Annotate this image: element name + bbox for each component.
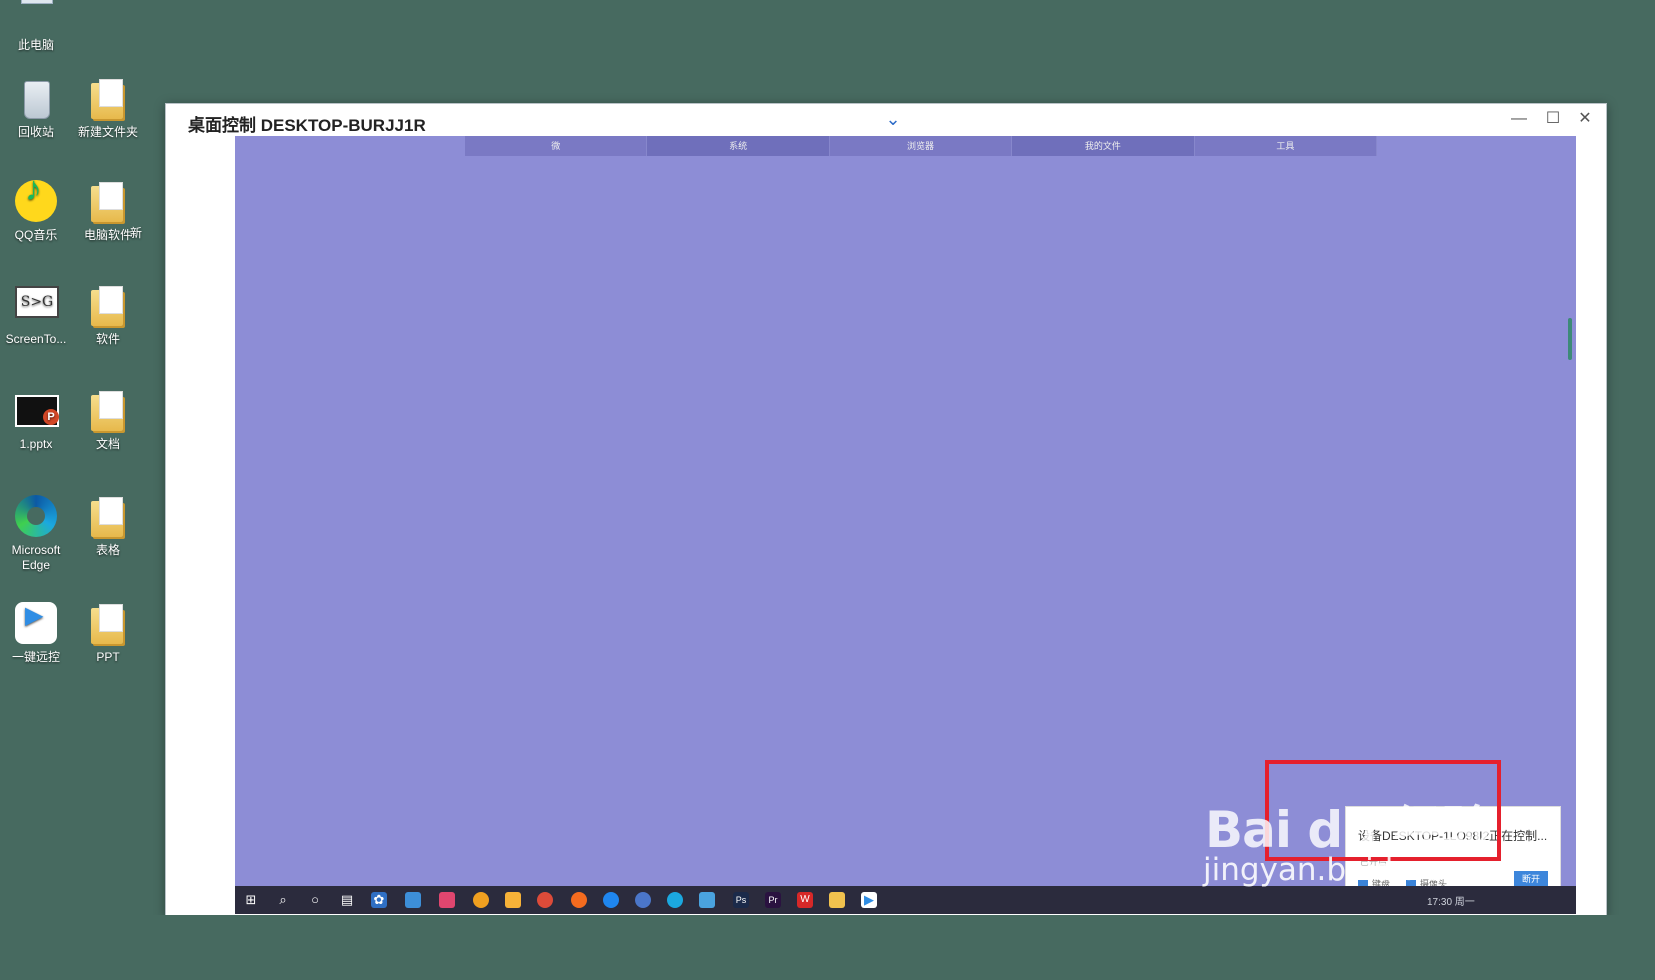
app-icon[interactable]: ✿ (371, 892, 387, 908)
app-icon[interactable] (473, 892, 489, 908)
desktop-icon-label: 回收站 (17, 125, 54, 139)
folder-icon (85, 493, 131, 539)
desktop-icon-label: 新建文件夹 (77, 125, 138, 139)
folder-icon (85, 282, 131, 328)
nav-item[interactable]: 浏览器 (829, 136, 1013, 156)
chevron-down-icon[interactable]: ⌄ (881, 107, 905, 131)
app-icon[interactable] (699, 892, 715, 908)
desktop-icon-label: 电脑软件 (83, 228, 132, 242)
desktop-bottom (0, 915, 1655, 980)
desktop-icon-ppt-folder[interactable]: PPT (72, 600, 144, 665)
firefox-icon[interactable] (571, 892, 587, 908)
app-icon[interactable] (635, 892, 651, 908)
file-explorer-icon[interactable] (829, 892, 845, 908)
maximize-button[interactable]: ☐ (1538, 106, 1568, 132)
remote-control-icon (13, 600, 59, 646)
search-icon[interactable]: ⌕ (275, 892, 291, 908)
close-button[interactable]: ✕ (1570, 106, 1600, 132)
edge-icon[interactable] (667, 892, 683, 908)
premiere-icon[interactable]: Pr (765, 892, 781, 908)
scrollbar[interactable] (1568, 318, 1572, 360)
desktop-icon-label: 一键远控 (11, 650, 60, 664)
folder-icon (85, 75, 131, 121)
watermark-url: jingyan.baidu.com (1203, 852, 1490, 888)
nav-item[interactable]: 微 (465, 136, 648, 156)
desktop-icon-label: PPT (96, 650, 120, 664)
qq-music-icon (13, 178, 59, 224)
folder-icon (85, 178, 131, 224)
minimize-button[interactable]: — (1504, 106, 1534, 132)
desktop-icon-screento[interactable]: ScreenTo... (0, 282, 72, 347)
desktop-icon-label: 软件 (95, 332, 120, 346)
photoshop-icon[interactable]: Ps (733, 892, 749, 908)
desktop-icon-documents[interactable]: 文档 (72, 387, 144, 452)
chrome-icon[interactable] (537, 892, 553, 908)
computer-icon (13, 0, 59, 34)
nav-item[interactable]: 工具 (1194, 136, 1378, 156)
cortana-icon[interactable]: ○ (307, 892, 323, 908)
recycle-bin-icon (13, 75, 59, 121)
desktop-icon-label: 此电脑 (17, 38, 54, 52)
desktop-icon-partial[interactable]: 新 (130, 226, 170, 241)
app-icon[interactable] (439, 892, 455, 908)
desktop-icon-qq-music[interactable]: QQ音乐 (0, 178, 72, 243)
desktop-icon-label: Microsoft Edge (11, 543, 61, 572)
windows-icon[interactable]: ⊞ (243, 892, 259, 908)
desktop-icon-software[interactable]: 软件 (72, 282, 144, 347)
disconnect-button[interactable]: 断开 (1514, 871, 1548, 887)
nav-item[interactable]: 我的文件 (1012, 136, 1195, 156)
app-icon[interactable] (603, 892, 619, 908)
desktop-icon-label: QQ音乐 (14, 228, 58, 242)
tray-time: 17:30 周一 (1427, 897, 1475, 908)
desktop-icon-sheets[interactable]: 表格 (72, 493, 144, 558)
wps-icon[interactable]: W (797, 892, 813, 908)
desktop-icon-label: 1.pptx (19, 437, 53, 451)
screen-to-gif-icon (13, 282, 59, 328)
folder-icon (85, 387, 131, 433)
app-icon[interactable] (505, 892, 521, 908)
nav-item[interactable]: 系统 (647, 136, 830, 156)
remote-taskbar: ⊞ ⌕ ○ ▤ ✿ Ps Pr W ▶ 17:30 周一 (235, 886, 1576, 914)
window-title: 桌面控制 DESKTOP-BURJJ1R (188, 116, 426, 135)
desktop-icon-label: 新 (130, 226, 143, 240)
window-titlebar[interactable]: 桌面控制 DESKTOP-BURJJ1R ⌄ — ☐ ✕ (166, 104, 1606, 136)
desktop-icon-edge[interactable]: Microsoft Edge (0, 493, 72, 573)
desktop-icon-new-folder[interactable]: 新建文件夹 (72, 75, 144, 140)
desktop-icon-computer[interactable]: 此电脑 (0, 0, 72, 53)
remote-control-icon[interactable]: ▶ (861, 892, 877, 908)
task-view-icon[interactable]: ▤ (339, 892, 355, 908)
powerpoint-file-icon (13, 387, 59, 433)
folder-icon (85, 600, 131, 646)
desktop-icon-remote-control[interactable]: 一键远控 (0, 600, 72, 665)
app-icon[interactable] (405, 892, 421, 908)
edge-icon (13, 493, 59, 539)
remote-top-nav: 微 系统 浏览器 我的文件 工具 (465, 136, 1378, 156)
desktop-icon-label: 表格 (95, 543, 120, 557)
desktop-icon-label: ScreenTo... (5, 332, 67, 346)
desktop-icon-pptx[interactable]: 1.pptx (0, 387, 72, 452)
desktop-icon-label: 文档 (95, 437, 120, 451)
desktop-icon-recycle-bin[interactable]: 回收站 (0, 75, 72, 140)
